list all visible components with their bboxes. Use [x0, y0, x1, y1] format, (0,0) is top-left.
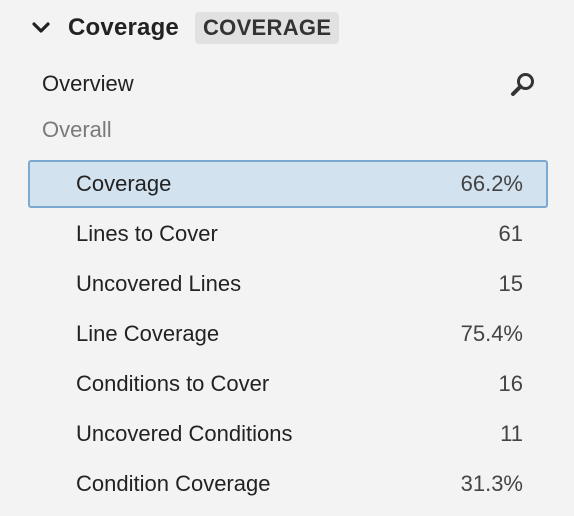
- metric-label: Uncovered Conditions: [76, 421, 293, 446]
- metric-label: Lines to Cover: [76, 221, 218, 246]
- metric-label: Conditions to Cover: [76, 371, 270, 396]
- metric-value: 31.3%: [460, 471, 523, 496]
- coverage-header: Coverage COVERAGE: [30, 10, 340, 46]
- metric-value: 66.2%: [460, 171, 523, 196]
- metric-row-coverage[interactable]: Coverage 66.2%: [28, 160, 548, 208]
- metric-row-conditions-to-cover[interactable]: Conditions to Cover 16: [28, 360, 548, 408]
- metric-label: Uncovered Lines: [76, 271, 242, 296]
- metric-label: Coverage: [76, 171, 172, 196]
- coverage-panel: Coverage COVERAGE Overview Overall Cover…: [0, 0, 574, 516]
- metrics-list: Coverage 66.2% Lines to Cover 61 Uncover…: [28, 160, 548, 510]
- metric-row-line-coverage[interactable]: Line Coverage 75.4%: [28, 310, 548, 358]
- metric-row-lines-to-cover[interactable]: Lines to Cover 61: [28, 210, 548, 258]
- metric-value: 16: [498, 371, 523, 396]
- metric-row-uncovered-lines[interactable]: Uncovered Lines 15: [28, 260, 548, 308]
- metric-value: 61: [498, 221, 523, 246]
- overall-section-label: Overall: [42, 117, 112, 142]
- search-icon[interactable]: [508, 69, 538, 99]
- metric-label: Line Coverage: [76, 321, 220, 346]
- metric-value: 75.4%: [460, 321, 523, 346]
- overview-row: Overview: [42, 66, 538, 102]
- domain-badge: COVERAGE: [194, 12, 340, 44]
- metric-value: 11: [500, 421, 523, 446]
- section-title[interactable]: Coverage: [68, 14, 179, 42]
- metric-value: 15: [498, 271, 523, 296]
- metric-row-uncovered-conditions[interactable]: Uncovered Conditions 11: [28, 410, 548, 458]
- overview-link[interactable]: Overview: [42, 71, 134, 97]
- chevron-down-icon[interactable]: [30, 17, 52, 39]
- metric-row-condition-coverage[interactable]: Condition Coverage 31.3%: [28, 460, 548, 508]
- metric-label: Condition Coverage: [76, 471, 271, 496]
